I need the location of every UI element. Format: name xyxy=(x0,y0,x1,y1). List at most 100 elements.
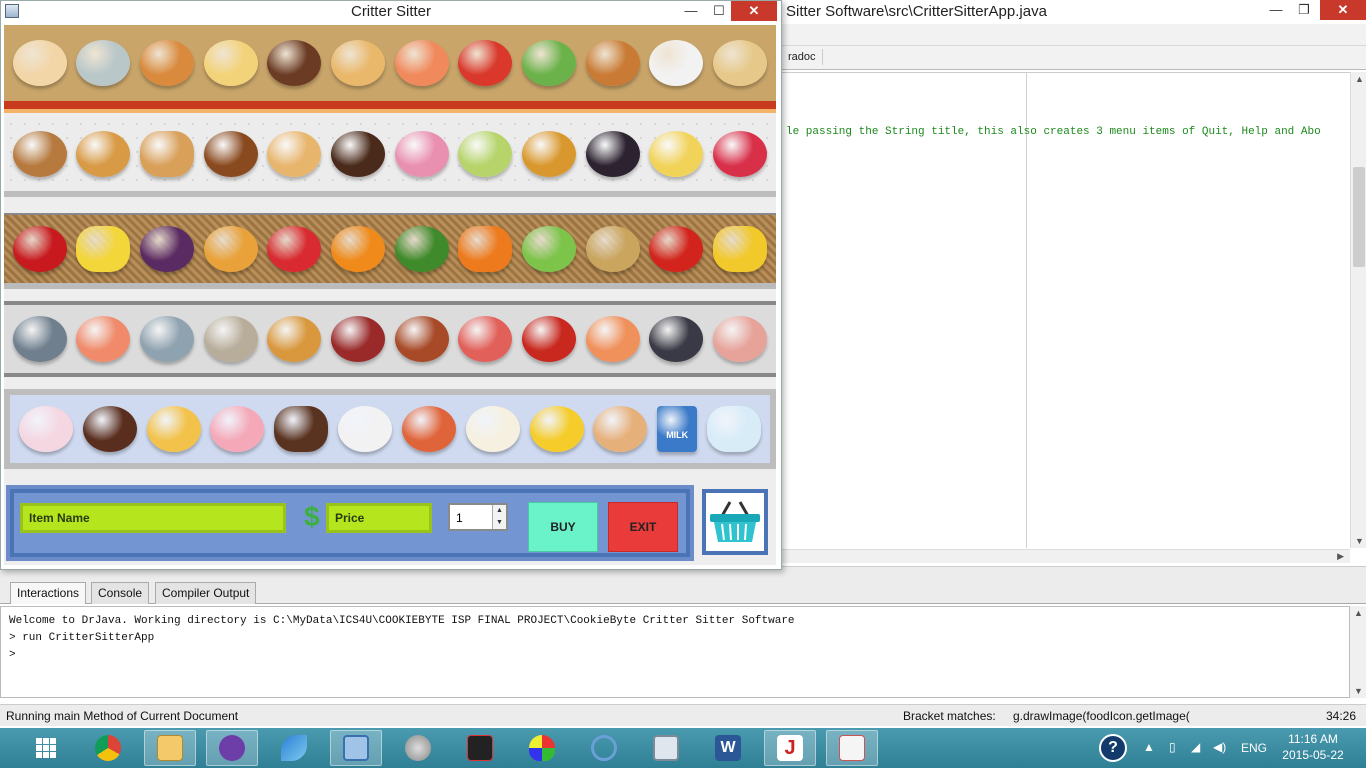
water-bottle-icon[interactable] xyxy=(707,406,762,452)
taskbar-speaker[interactable] xyxy=(392,730,444,766)
trout-icon[interactable] xyxy=(140,316,195,362)
taskbar-cat-app[interactable] xyxy=(206,730,258,766)
start-button[interactable] xyxy=(20,730,72,766)
close-button[interactable]: ✕ xyxy=(731,1,777,21)
ice-cream-sundae-icon[interactable] xyxy=(18,406,73,452)
restore-button[interactable]: ❐ xyxy=(1290,0,1318,20)
lettuce-icon[interactable] xyxy=(522,226,577,272)
interactions-pane[interactable]: Welcome to DrJava. Working directory is … xyxy=(0,606,1350,698)
macarons-icon[interactable] xyxy=(458,131,513,177)
signal-icon[interactable]: ◢ xyxy=(1191,740,1200,754)
input-language[interactable]: ENG xyxy=(1241,741,1267,755)
chocolate-bar-icon[interactable] xyxy=(331,131,386,177)
clock-time[interactable]: 11:16 AM xyxy=(1283,732,1343,746)
burger-icon[interactable] xyxy=(585,40,640,86)
broccoli-icon[interactable] xyxy=(394,226,449,272)
taskbar-quill[interactable] xyxy=(268,730,320,766)
breakfast-plate-icon[interactable] xyxy=(12,40,67,86)
eggs-icon[interactable] xyxy=(593,406,648,452)
pretzel-icon[interactable] xyxy=(203,131,258,177)
spinner-arrows-icon[interactable]: ▲ ▼ xyxy=(492,505,506,529)
steak-icon[interactable] xyxy=(267,40,322,86)
buy-button[interactable]: BUY xyxy=(528,502,598,552)
scroll-up-icon[interactable]: ▲ xyxy=(1354,608,1363,618)
scroll-down-icon[interactable]: ▼ xyxy=(1354,686,1363,696)
apple-icon[interactable] xyxy=(12,226,67,272)
taskbar-java[interactable] xyxy=(826,730,878,766)
salami-icon[interactable] xyxy=(331,316,386,362)
scroll-right-icon[interactable]: ▶ xyxy=(1337,551,1344,562)
donuts-icon[interactable] xyxy=(394,131,449,177)
chips-icon[interactable] xyxy=(649,131,704,177)
taskbar-control-panel[interactable] xyxy=(330,730,382,766)
cheese-wedge-icon[interactable] xyxy=(529,406,584,452)
console-prompt[interactable]: > xyxy=(9,649,1341,666)
orange-icon[interactable] xyxy=(331,226,386,272)
potato-icon[interactable] xyxy=(585,226,640,272)
tab-interactions[interactable]: Interactions xyxy=(10,582,87,604)
maximize-button[interactable]: ☐ xyxy=(705,1,733,21)
exit-button[interactable]: EXIT xyxy=(608,502,678,552)
spaghetti-icon[interactable] xyxy=(203,40,258,86)
price-field[interactable]: Price xyxy=(326,503,432,533)
basket-button[interactable] xyxy=(702,489,768,555)
baguette-icon[interactable] xyxy=(140,131,195,177)
roast-chicken-icon[interactable] xyxy=(267,316,322,362)
croissant-icon[interactable] xyxy=(76,131,131,177)
shrimp-icon[interactable] xyxy=(585,316,640,362)
sandwich-icon[interactable] xyxy=(331,40,386,86)
quantity-stepper[interactable]: 1 ▲ ▼ xyxy=(448,503,508,531)
item-name-field[interactable]: Item Name xyxy=(20,503,286,533)
minimize-button[interactable]: — xyxy=(677,1,705,21)
battery-icon[interactable]: ▯ xyxy=(1169,740,1176,754)
scrollbar-thumb[interactable] xyxy=(1353,167,1365,267)
lasagna-icon[interactable] xyxy=(140,40,195,86)
taskbar-word[interactable]: W xyxy=(702,730,754,766)
banana-icon[interactable] xyxy=(76,226,131,272)
yogurt-icon[interactable] xyxy=(338,406,393,452)
toast-icon[interactable] xyxy=(267,131,322,177)
minimize-button[interactable]: — xyxy=(1262,0,1290,20)
tomato-soup-icon[interactable] xyxy=(458,40,513,86)
tray-expand-icon[interactable]: ▲ xyxy=(1143,740,1155,754)
milk-carton-icon[interactable]: MILK xyxy=(657,406,698,452)
salad-icon[interactable] xyxy=(522,40,577,86)
corn-icon[interactable] xyxy=(713,226,768,272)
bacon-icon[interactable] xyxy=(713,316,768,362)
lobster-icon[interactable] xyxy=(522,316,577,362)
editor-vertical-scrollbar[interactable]: ▲ ▼ xyxy=(1350,72,1366,548)
code-editor[interactable]: le passing the String title, this also c… xyxy=(782,72,1350,548)
cookie-icon[interactable] xyxy=(12,131,67,177)
help-icon[interactable]: ? xyxy=(1099,734,1127,762)
fish-dish-icon[interactable] xyxy=(76,40,131,86)
javadoc-button[interactable]: radoc xyxy=(782,49,823,65)
taskbar-snipping-tool[interactable] xyxy=(578,730,630,766)
mussels-icon[interactable] xyxy=(649,316,704,362)
ice-pop-icon[interactable] xyxy=(274,406,329,452)
quantity-value[interactable]: 1 xyxy=(456,511,463,525)
jam-jar-icon[interactable] xyxy=(585,131,640,177)
sushi-icon[interactable] xyxy=(394,40,449,86)
noodle-soup-icon[interactable] xyxy=(713,40,768,86)
taskbar-chrome[interactable] xyxy=(82,730,134,766)
strawberry-cake-icon[interactable] xyxy=(210,406,265,452)
tomato-icon[interactable] xyxy=(649,226,704,272)
close-button[interactable]: ✕ xyxy=(1320,0,1366,20)
strawberries-icon[interactable] xyxy=(267,226,322,272)
pudding-icon[interactable] xyxy=(146,406,201,452)
rice-bowl-icon[interactable] xyxy=(649,40,704,86)
taskbar-paint[interactable] xyxy=(516,730,568,766)
grapes-icon[interactable] xyxy=(140,226,195,272)
carrot-icon[interactable] xyxy=(458,226,513,272)
octopus-icon[interactable] xyxy=(458,316,513,362)
oysters-icon[interactable] xyxy=(203,316,258,362)
tab-compiler-output[interactable]: Compiler Output xyxy=(155,582,257,604)
scroll-down-icon[interactable]: ▼ xyxy=(1355,536,1364,546)
peanut-butter-icon[interactable] xyxy=(522,131,577,177)
volume-icon[interactable]: ◀) xyxy=(1213,740,1226,754)
taskbar-calculator[interactable] xyxy=(640,730,692,766)
tab-console[interactable]: Console xyxy=(91,582,150,604)
scroll-up-icon[interactable]: ▲ xyxy=(1355,74,1364,84)
salmon-fillet-icon[interactable] xyxy=(76,316,131,362)
taskbar-ready-to-program[interactable] xyxy=(454,730,506,766)
